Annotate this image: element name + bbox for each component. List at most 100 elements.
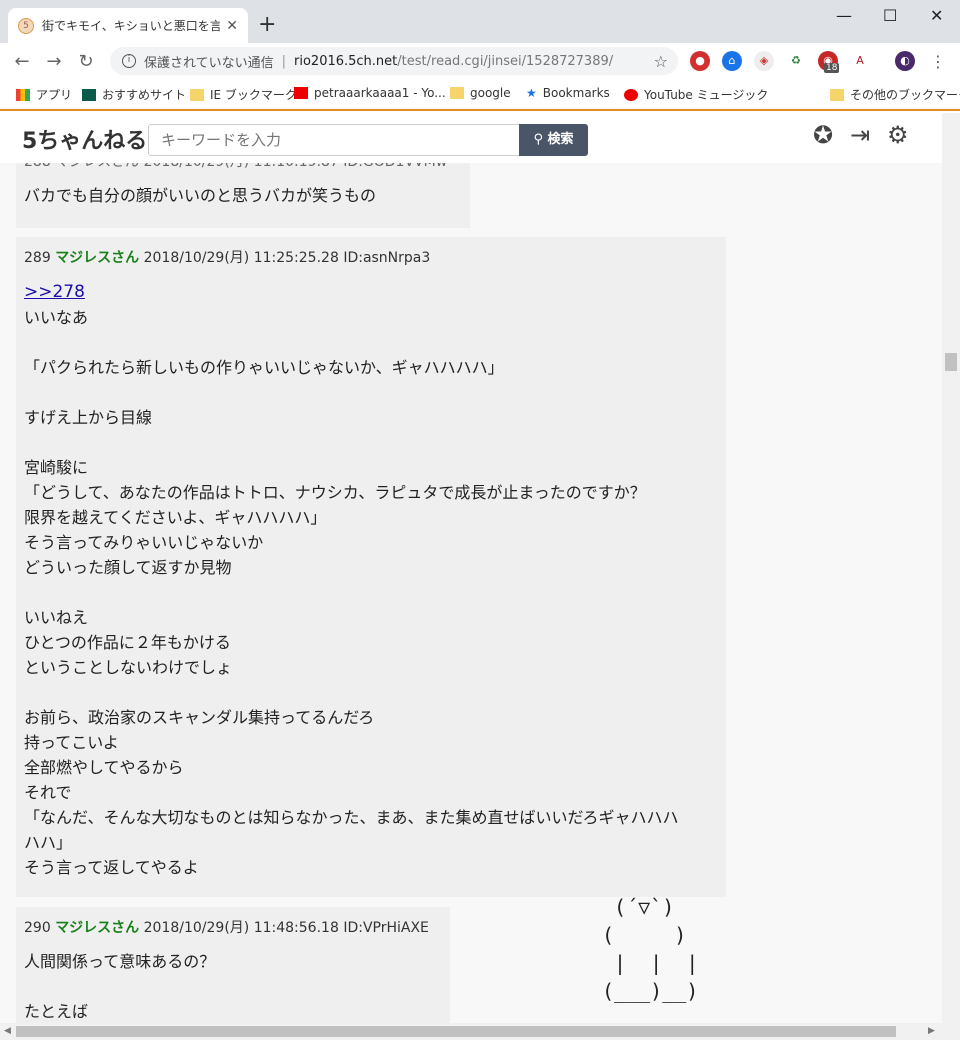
info-icon[interactable]: i: [122, 54, 136, 68]
search-input[interactable]: [148, 124, 520, 156]
poster-name: マジレスさん: [55, 250, 140, 266]
horizontal-scroll-thumb[interactable]: [16, 1026, 896, 1037]
url-path: /test/read.cgi/jinsei/1528727389/: [397, 53, 614, 69]
bookmark-bookmarks[interactable]: ★ Bookmarks: [526, 86, 610, 100]
address-bar[interactable]: i 保護されていない通信 | rio2016.5ch.net /test/rea…: [110, 47, 678, 75]
folder-icon: [450, 87, 464, 99]
reply-anchor-link[interactable]: >>278: [24, 282, 85, 302]
site-logo[interactable]: 5ちゃんねる: [22, 123, 147, 155]
bookmark-other[interactable]: その他のブックマーク: [830, 86, 960, 103]
post-line: 「どうして、あなたの作品はトトロ、ナウシカ、ラピュタで成長が止まったのですか？: [24, 483, 646, 502]
youtube-icon: [294, 87, 308, 99]
forward-arrow-icon[interactable]: →: [38, 51, 70, 72]
post-line: 「パクられたら新しいもの作りゃいいじゃないか、ギャハハハハ」: [24, 358, 504, 377]
ascii-art-line: | | |: [602, 951, 699, 975]
post-number[interactable]: 289: [24, 250, 51, 266]
youtube-music-icon: [624, 88, 638, 101]
site-favicon-icon: 5: [18, 17, 34, 34]
settings-gear-icon[interactable]: ⚙: [887, 121, 909, 149]
post-line: それで: [24, 783, 72, 802]
back-arrow-icon[interactable]: ←: [6, 51, 38, 72]
recycle-extension-icon[interactable]: ♻: [786, 51, 806, 71]
bookmark-youtube-music[interactable]: YouTube ミュージック: [624, 86, 768, 103]
folder-icon: [190, 88, 204, 101]
post-line: たとえば: [24, 1002, 89, 1021]
search-button[interactable]: ⚲ 検索: [519, 124, 588, 156]
post-meta: 289 マジレスさん 2018/10/29(月) 11:25:25.28 ID:…: [16, 237, 726, 267]
vertical-scroll-thumb[interactable]: [945, 353, 957, 371]
trend-extension-icon[interactable]: ●: [690, 51, 710, 71]
bookmark-label: その他のブックマーク: [850, 88, 960, 102]
bookmark-ie-folder[interactable]: IE ブックマーク: [190, 86, 297, 103]
post-body: バカでも自分の顔がいいのと思うバカが笑うもの: [16, 171, 470, 208]
poster-id[interactable]: ID:asnNrpa3: [343, 250, 430, 266]
window-maximize-button[interactable]: ☐: [883, 6, 897, 25]
window-minimize-button[interactable]: —: [836, 6, 852, 25]
star-icon: ★: [526, 86, 537, 100]
award-badge-icon[interactable]: ✪: [813, 121, 833, 149]
extension-badge: 18: [824, 63, 840, 73]
post-line: 人間関係って意味あるの？: [24, 952, 216, 971]
bookmark-google-folder[interactable]: google: [450, 86, 511, 100]
bing-icon: [82, 88, 96, 101]
post-body: >>278 いいなあ「パクられたら新しいもの作りゃいいじゃないか、ギャハハハハ」…: [16, 267, 726, 880]
folder-icon: [830, 88, 844, 101]
bookmark-youtube-channel[interactable]: petraaarkaaaa1 - Yo...: [294, 86, 446, 100]
post-lines: いいなあ「パクられたら新しいもの作りゃいいじゃないか、ギャハハハハ」 すげえ上から…: [24, 305, 726, 880]
ascii-art-line: (´▽`): [602, 895, 675, 919]
thread-content: 288 マジレスさん 2018/10/29(月) 11:10:19.87 ID:…: [0, 163, 942, 1023]
bookmarks-bar: アプリ おすすめサイト IE ブックマーク petraaarkaaaa1 - Y…: [0, 79, 960, 111]
post-290: 290 マジレスさん 2018/10/29(月) 11:48:56.18 ID:…: [16, 907, 450, 1023]
vertical-scrollbar[interactable]: [942, 113, 960, 1023]
bookmark-label: YouTube ミュージック: [644, 88, 769, 102]
login-icon[interactable]: ⇥: [850, 121, 870, 149]
post-line: バカでも自分の顔がいいのと思うバカが笑うもの: [24, 186, 377, 205]
post-288: 288 マジレスさん 2018/10/29(月) 11:10:19.87 ID:…: [16, 163, 470, 228]
bookmark-apps[interactable]: アプリ: [16, 86, 72, 103]
profile-avatar[interactable]: ◐: [895, 51, 915, 71]
apps-grid-icon: [16, 88, 30, 101]
post-number[interactable]: 290: [24, 920, 51, 936]
bookmark-label: google: [470, 86, 511, 100]
url-host: rio2016.5ch.net: [294, 53, 398, 69]
tab-close-icon[interactable]: ✕: [226, 18, 238, 34]
bookmark-label: Bookmarks: [542, 86, 610, 100]
poster-id[interactable]: ID:VPrHiAXE: [343, 920, 429, 936]
window-close-button[interactable]: ✕: [930, 6, 943, 25]
scroll-left-arrow-icon[interactable]: ◀: [4, 1026, 11, 1036]
poster-name: マジレスさん: [55, 920, 140, 936]
horizontal-scrollbar[interactable]: ◀ ▶: [0, 1023, 960, 1040]
scroll-right-arrow-icon[interactable]: ▶: [928, 1026, 935, 1036]
browser-tab[interactable]: 5 街でキモイ、キショいと悪口を言われる ✕: [8, 8, 248, 43]
menu-kebab-icon[interactable]: ⋮: [930, 52, 946, 71]
tab-title: 街でキモイ、キショいと悪口を言われる: [42, 19, 221, 33]
post-datetime: 2018/10/29(月) 11:25:25.28: [143, 250, 339, 266]
bookmark-label: アプリ: [36, 88, 73, 102]
bookmark-recommended[interactable]: おすすめサイト: [82, 86, 186, 103]
bookmark-label: IE ブックマーク: [210, 88, 297, 102]
post-line: すげえ上から目線: [24, 408, 153, 427]
post-meta: 290 マジレスさん 2018/10/29(月) 11:48:56.18 ID:…: [16, 907, 450, 937]
pdf-extension-icon[interactable]: A: [850, 51, 870, 71]
tab-strip: 5 街でキモイ、キショいと悪口を言われる ✕ + — ☐ ✕: [0, 0, 960, 43]
search-icon: ⚲: [533, 132, 543, 147]
reload-icon[interactable]: ↻: [70, 51, 102, 72]
bank-extension-icon[interactable]: ⌂: [722, 51, 742, 71]
post-line: お前ら、政治家のスキャンダル集持ってるんだろ: [24, 708, 375, 727]
new-tab-button[interactable]: +: [258, 12, 276, 37]
browser-toolbar: ← → ↻ i 保護されていない通信 | rio2016.5ch.net /te…: [0, 43, 960, 79]
post-line: 全部燃やしてやるから: [24, 758, 184, 777]
post-line: 限界を越えてくださいよ、ギャハハハハ」: [24, 508, 327, 527]
shield-extension-icon[interactable]: ◈: [754, 51, 774, 71]
post-line: いいなあ: [24, 308, 89, 327]
search-button-label: 検索: [547, 132, 574, 147]
post-line: ハハ」: [24, 833, 73, 852]
bookmark-star-icon[interactable]: ☆: [654, 52, 668, 71]
ascii-art: (´▽`) ( ) | | | (___)__): [602, 893, 698, 1005]
post-line: そう言って返してやるよ: [24, 858, 199, 877]
